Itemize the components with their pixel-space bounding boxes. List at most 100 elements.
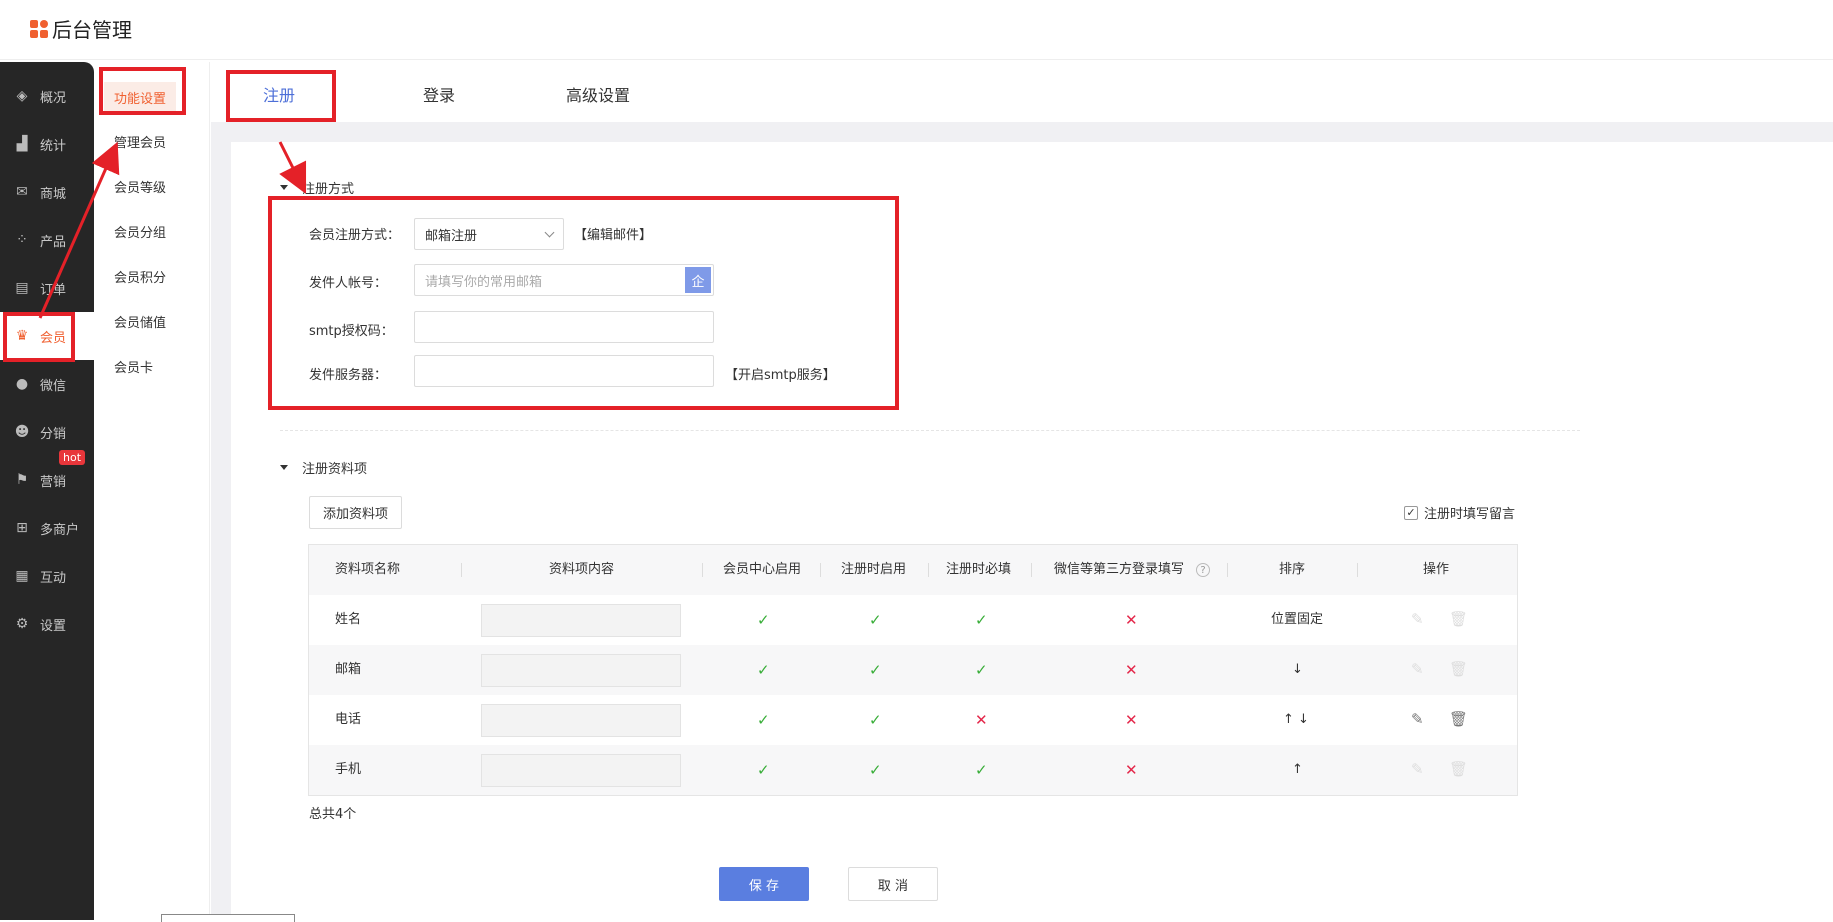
check-icon: ✓ bbox=[757, 661, 770, 679]
logo-icon bbox=[30, 19, 48, 38]
tab-login[interactable]: 登录 bbox=[423, 82, 455, 106]
section-register-fields[interactable]: 注册资料项 bbox=[280, 458, 367, 477]
field-name: 手机 bbox=[335, 762, 362, 777]
chart-icon: ▟ bbox=[16, 136, 28, 152]
wechat-icon: ● bbox=[15, 376, 29, 392]
sidebar-item-merchants[interactable]: ⊞ 多商户 bbox=[0, 504, 94, 552]
header-separator bbox=[461, 563, 462, 577]
subnav-item-member-points[interactable]: 会员积分 bbox=[114, 267, 166, 286]
subnav-item-member-levels[interactable]: 会员等级 bbox=[114, 177, 166, 196]
sidebar-item-members[interactable]: ♛ 会员 bbox=[0, 312, 94, 360]
header-separator bbox=[820, 563, 821, 577]
subnav-item-manage-members[interactable]: 管理会员 bbox=[114, 132, 166, 151]
section-title: 注册资料项 bbox=[302, 462, 368, 477]
method-select[interactable]: 邮箱注册 bbox=[414, 218, 564, 250]
header-separator bbox=[1357, 563, 1358, 577]
tab-advanced[interactable]: 高级设置 bbox=[566, 82, 630, 106]
cancel-button[interactable]: 取 消 bbox=[848, 867, 938, 901]
sidebar-item-orders[interactable]: ▤ 订单 bbox=[0, 264, 94, 312]
users-icon: ☻ bbox=[14, 424, 30, 440]
check-icon: ✓ bbox=[757, 611, 770, 629]
trash-icon: 🗑 bbox=[1449, 610, 1469, 628]
trash-icon: 🗑 bbox=[1449, 760, 1469, 778]
field-content-box bbox=[481, 754, 681, 787]
bottom-tooltip-edge bbox=[161, 914, 295, 922]
sub-nav: 功能设置 管理会员 会员等级 会员分组 会员积分 会员储值 会员卡 bbox=[94, 62, 210, 920]
clipboard-icon: ▤ bbox=[15, 280, 29, 296]
sidebar-item-label: 产品 bbox=[40, 234, 67, 250]
field-content-box bbox=[481, 704, 681, 737]
total-count: 总共4个 bbox=[309, 807, 357, 822]
trash-icon: 🗑 bbox=[1449, 660, 1469, 678]
server-label: 发件服务器： bbox=[309, 368, 388, 383]
subnav-item-member-balance[interactable]: 会员储值 bbox=[114, 312, 166, 331]
subnav-item-member-card[interactable]: 会员卡 bbox=[114, 357, 153, 376]
header-separator bbox=[1031, 563, 1032, 577]
sidebar-item-label: 概况 bbox=[40, 90, 67, 106]
subnav-item-member-groups[interactable]: 会员分组 bbox=[114, 222, 166, 241]
edit-mail-link[interactable]: 【编辑邮件】 bbox=[574, 224, 652, 243]
edit-icon: ✎ bbox=[1411, 760, 1424, 778]
sidebar-item-interact[interactable]: ▦ 互动 bbox=[0, 552, 94, 600]
subnav-item-function-settings[interactable]: 功能设置 bbox=[104, 82, 177, 113]
sort-down-arrow[interactable]: ↓ bbox=[1292, 645, 1303, 695]
check-icon: ✓ bbox=[975, 761, 988, 779]
sidebar-item-overview[interactable]: ◈ 概况 bbox=[0, 72, 94, 120]
smtp-server-input[interactable] bbox=[414, 355, 714, 387]
check-icon: ✓ bbox=[869, 761, 882, 779]
sidebar-item-label: 多商户 bbox=[40, 522, 80, 538]
sender-email-input[interactable]: 请填写你的常用邮箱 企 bbox=[414, 264, 714, 296]
enterprise-email-button[interactable]: 企 bbox=[685, 267, 711, 293]
sidebar-item-label: 订单 bbox=[40, 282, 67, 298]
checkbox-checked-icon[interactable]: ✓ bbox=[1404, 505, 1418, 520]
leave-message-checkbox[interactable]: ✓ 注册时填写留言 bbox=[1404, 503, 1515, 522]
header-separator bbox=[928, 563, 929, 577]
app-title: 后台管理 bbox=[52, 18, 132, 42]
sidebar-item-label: 分销 bbox=[40, 426, 67, 442]
table-row: 邮箱 ✓ ✓ ✓ ✕ ↓ ✎ 🗑 bbox=[309, 645, 1517, 695]
table-row: 电话 ✓ ✓ ✕ ✕ ↑ ↓ ✎ 🗑 bbox=[309, 695, 1517, 745]
field-content-box bbox=[481, 654, 681, 687]
sidebar-item-label: 微信 bbox=[40, 378, 67, 394]
sidebar-item-stats[interactable]: ▟ 统计 bbox=[0, 120, 94, 168]
hot-badge: hot bbox=[59, 450, 86, 465]
sidebar-item-label: 营销 bbox=[40, 474, 67, 490]
add-field-button[interactable]: 添加资料项 bbox=[309, 496, 402, 529]
header-separator bbox=[702, 563, 703, 577]
section-divider bbox=[280, 430, 1580, 431]
header-member-center: 会员中心启用 bbox=[723, 562, 802, 577]
sidebar-item-products[interactable]: ⁘ 产品 bbox=[0, 216, 94, 264]
open-smtp-link[interactable]: 【开启smtp服务】 bbox=[725, 364, 836, 383]
sidebar-item-distribution[interactable]: ☻ 分销 bbox=[0, 408, 94, 456]
tab-register[interactable]: 注册 bbox=[263, 82, 295, 106]
sidebar-item-settings[interactable]: ⚙ 设置 bbox=[0, 600, 94, 648]
section-register-method[interactable]: 注册方式 bbox=[280, 178, 354, 197]
sidebar-item-marketing[interactable]: ⚑ 营销 hot bbox=[0, 450, 94, 504]
header-actions: 操作 bbox=[1423, 562, 1450, 577]
gear-icon: ⚙ bbox=[15, 616, 29, 632]
sidebar-item-label: 会员 bbox=[40, 330, 67, 346]
cross-icon: ✕ bbox=[1125, 761, 1138, 779]
caret-down-icon bbox=[280, 185, 288, 190]
sort-arrows[interactable]: ↑ ↓ bbox=[1283, 695, 1309, 745]
cross-icon: ✕ bbox=[1125, 711, 1138, 729]
check-icon: ✓ bbox=[757, 761, 770, 779]
smtp-auth-input[interactable] bbox=[414, 311, 714, 343]
sidebar-item-label: 商城 bbox=[40, 186, 67, 202]
trash-icon[interactable]: 🗑 bbox=[1449, 711, 1468, 727]
sidebar-item-wechat[interactable]: ● 微信 bbox=[0, 360, 94, 408]
header-sort: 排序 bbox=[1279, 562, 1306, 577]
sender-placeholder: 请填写你的常用邮箱 bbox=[425, 274, 543, 290]
sidebar: ◈ 概况 ▟ 统计 ✉ 商城 ⁘ 产品 ▤ 订单 ♛ 会员 ● 微信 ☻ 分销 ⚑ 营销 hot ⊞… bbox=[0, 62, 94, 920]
header-reg-enable: 注册时启用 bbox=[841, 562, 907, 577]
edit-icon[interactable]: ✎ bbox=[1411, 711, 1427, 727]
top-bar: 后台管理 bbox=[0, 0, 1833, 60]
check-icon: ✓ bbox=[975, 611, 988, 629]
sidebar-item-store[interactable]: ✉ 商城 bbox=[0, 168, 94, 216]
sort-up-arrow[interactable]: ↑ bbox=[1292, 745, 1303, 795]
crown-icon: ♛ bbox=[15, 328, 29, 344]
help-icon[interactable]: ? bbox=[1196, 563, 1210, 577]
save-button[interactable]: 保 存 bbox=[719, 867, 809, 901]
check-icon: ✓ bbox=[975, 661, 988, 679]
sidebar-item-label: 统计 bbox=[40, 138, 67, 154]
